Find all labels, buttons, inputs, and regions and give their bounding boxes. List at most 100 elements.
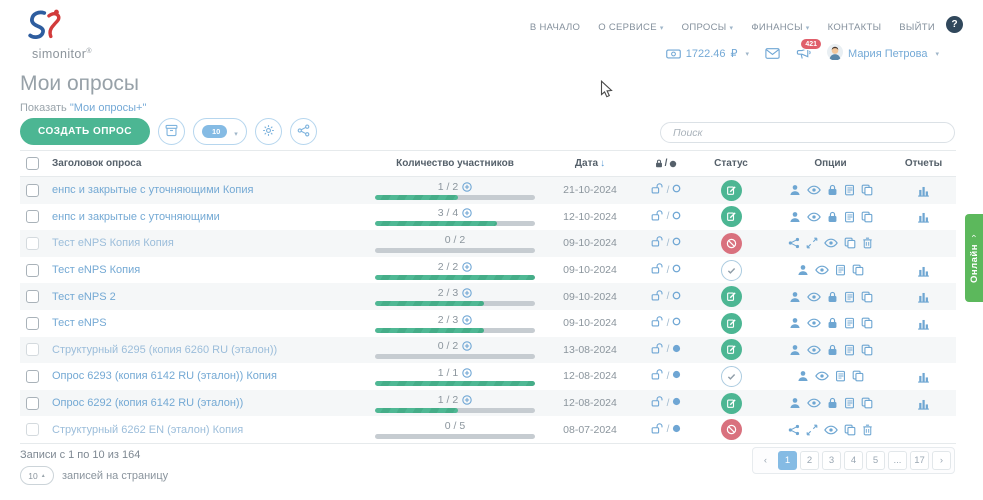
add-participant-icon[interactable] [462,182,472,192]
docs-icon[interactable] [844,317,855,329]
nav-finances[interactable]: ФИНАНСЫ [751,22,809,33]
survey-checkbox[interactable] [26,263,39,277]
chart-icon[interactable] [917,370,930,383]
eye-icon[interactable] [806,318,821,328]
nav-logout[interactable]: ВЫЙТИ [899,22,935,33]
eye-icon[interactable] [824,425,838,435]
notifications-button[interactable]: 421 [796,38,823,60]
status-badge[interactable] [720,232,742,254]
survey-title-link[interactable]: Тест eNPS [48,317,370,329]
status-badge[interactable] [720,179,742,201]
select-all-checkbox[interactable] [26,157,39,170]
add-participant-icon[interactable] [462,288,472,298]
survey-title-link[interactable]: Опрос 6292 (копия 6142 RU (эталон)) [48,397,370,409]
user-icon[interactable] [789,211,801,223]
survey-title-link[interactable]: Опрос 6293 (копия 6142 RU (эталон)) Копи… [48,370,370,382]
chart-icon[interactable] [917,317,930,330]
lock-icon[interactable] [827,211,838,223]
add-participant-icon[interactable] [462,315,472,325]
user-icon[interactable] [789,397,801,409]
balance-dropdown[interactable]: 1722.46 ₽ [665,47,749,60]
eye-icon[interactable] [815,371,829,381]
user-icon[interactable] [789,317,801,329]
copy-icon[interactable] [861,344,873,356]
copy-icon[interactable] [861,211,873,223]
add-participant-icon[interactable] [462,261,472,272]
eye-icon[interactable] [806,185,821,195]
per-page-select[interactable]: 10 ▲ [20,466,54,485]
eye-icon[interactable] [806,398,821,408]
lock-icon[interactable] [827,397,838,409]
nav-home[interactable]: В НАЧАЛО [530,22,580,33]
survey-checkbox[interactable] [26,396,39,410]
next-page-button[interactable]: › [932,451,951,470]
survey-title-link[interactable]: Структурный 6295 (копия 6260 RU (эталон)… [48,344,370,356]
survey-checkbox[interactable] [26,369,39,383]
eye-icon[interactable] [815,265,829,275]
lock-icon[interactable] [827,317,838,329]
header-date[interactable]: Дата ↓ [540,158,640,169]
page-size-filter-button[interactable]: 10 [192,118,247,145]
page-button[interactable]: 1 [778,451,797,470]
page-button[interactable]: 5 [866,451,885,470]
survey-title-link[interactable]: Тест eNPS Копия [48,264,370,276]
nav-about-service[interactable]: О СЕРВИСЕ [598,22,663,33]
simonitor-logo[interactable]: simonitor® [18,8,128,61]
docs-icon[interactable] [844,184,855,196]
copy-icon[interactable] [844,424,856,436]
eye-icon[interactable] [824,238,838,248]
network-icon[interactable] [788,237,800,249]
survey-title-link[interactable]: Тест eNPS Копия Копия [48,237,370,249]
status-badge[interactable] [720,419,742,441]
status-badge[interactable] [720,206,742,228]
help-icon[interactable]: ? [946,16,963,33]
archive-button[interactable] [157,118,185,145]
user-icon[interactable] [789,344,801,356]
search-input[interactable] [660,122,955,143]
share-button[interactable] [289,118,317,145]
docs-icon[interactable] [844,397,855,409]
survey-checkbox[interactable] [26,290,39,304]
copy-icon[interactable] [852,370,864,382]
status-badge[interactable] [720,312,742,334]
nav-surveys[interactable]: ОПРОСЫ [682,22,734,33]
add-participant-icon[interactable] [462,208,472,219]
eye-icon[interactable] [806,292,821,302]
survey-checkbox[interactable] [26,316,39,330]
lock-icon[interactable] [827,184,838,196]
add-participant-icon[interactable] [462,394,472,405]
user-icon[interactable] [797,264,809,276]
chart-icon[interactable] [917,264,930,277]
copy-icon[interactable] [844,237,856,249]
status-badge[interactable] [720,259,742,281]
copy-icon[interactable] [861,317,873,329]
user-icon[interactable] [789,184,801,196]
survey-checkbox[interactable] [26,236,39,250]
status-badge[interactable] [720,392,742,414]
docs-icon[interactable] [844,211,855,223]
page-button[interactable]: 17 [910,451,929,470]
lock-icon[interactable] [827,291,838,303]
eye-icon[interactable] [806,212,821,222]
lock-icon[interactable] [827,344,838,356]
trash-icon[interactable] [862,237,873,249]
chart-icon[interactable] [917,290,930,303]
create-survey-button[interactable]: СОЗДАТЬ ОПРОС [20,118,150,145]
survey-checkbox[interactable] [26,183,39,197]
copy-icon[interactable] [861,184,873,196]
chart-icon[interactable] [917,184,930,197]
copy-icon[interactable] [861,397,873,409]
copy-icon[interactable] [852,264,864,276]
add-participant-icon[interactable] [462,368,472,378]
docs-icon[interactable] [844,291,855,303]
docs-icon[interactable] [835,370,846,382]
move-icon[interactable] [806,237,818,249]
survey-checkbox[interactable] [26,423,39,437]
docs-icon[interactable] [835,264,846,276]
status-badge[interactable] [720,286,742,308]
status-badge[interactable] [720,339,742,361]
chart-icon[interactable] [917,397,930,410]
move-icon[interactable] [806,424,818,436]
add-participant-icon[interactable] [462,341,472,352]
docs-icon[interactable] [844,344,855,356]
